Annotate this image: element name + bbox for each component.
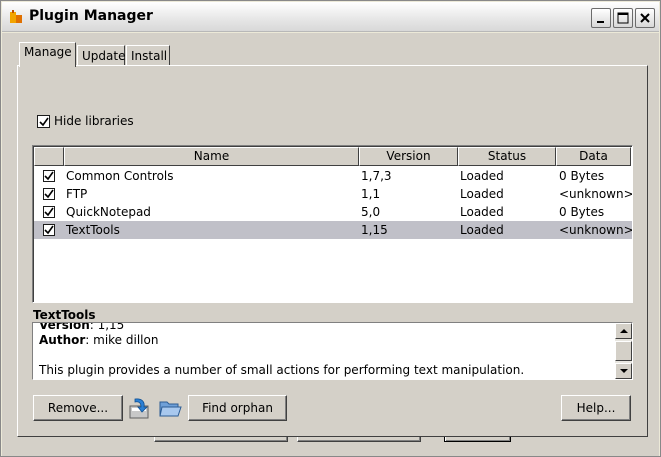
detail-scrollbar[interactable]: [615, 323, 632, 379]
scroll-thumb[interactable]: [615, 341, 632, 361]
plugin-enabled-checkbox[interactable]: [43, 188, 55, 200]
checkmark-icon: [39, 117, 49, 127]
plugin-status: Loaded: [460, 205, 504, 219]
plugin-status: Loaded: [460, 223, 504, 237]
minimize-icon: [597, 21, 604, 23]
close-window-button[interactable]: [635, 8, 655, 28]
column-header-version[interactable]: Version: [359, 147, 458, 166]
column-header-status[interactable]: Status: [458, 147, 556, 166]
table-row[interactable]: FTP 1,1 Loaded <unknown>: [34, 185, 633, 203]
arrow-up-icon: [620, 329, 628, 333]
plugin-manager-window: Plugin Manager Manage Update Install Hid…: [0, 0, 661, 457]
plugin-data: 0 Bytes: [559, 169, 605, 183]
plugin-data: <unknown>: [559, 223, 633, 237]
plugin-detail-text: Version: 1,15 Author: mike dillon This p…: [39, 322, 609, 378]
plugin-version: 5,0: [361, 205, 381, 219]
detail-author-value: : mike dillon: [85, 333, 159, 347]
checkmark-icon: [44, 189, 54, 199]
plugin-detail-title: TextTools: [33, 308, 96, 322]
detail-description: This plugin provides a number of small a…: [39, 363, 525, 377]
plugin-version: 1,1: [361, 187, 381, 201]
tab-manage[interactable]: Manage: [19, 42, 76, 67]
maximize-icon: [617, 12, 629, 24]
scroll-down-button[interactable]: [615, 363, 632, 379]
plugin-enabled-checkbox[interactable]: [43, 170, 55, 182]
checkmark-icon: [44, 207, 54, 217]
close-icon: [640, 13, 650, 23]
dialog-content: Manage Update Install Hide libraries Nam…: [2, 33, 659, 456]
title-bar[interactable]: Plugin Manager: [2, 2, 659, 32]
remove-button[interactable]: Remove...: [33, 395, 123, 421]
checkmark-icon: [44, 171, 54, 181]
plugin-status: Loaded: [460, 187, 504, 201]
table-row-selected[interactable]: TextTools 1,15 Loaded <unknown>: [34, 221, 633, 239]
plugin-name: FTP: [66, 187, 88, 201]
hide-libraries-label: Hide libraries: [54, 114, 134, 128]
plugin-version: 1,7,3: [361, 169, 392, 183]
column-header-enabled[interactable]: [34, 147, 64, 166]
column-header-data[interactable]: Data: [556, 147, 631, 166]
detail-author-label: Author: [39, 333, 86, 347]
app-icon: [9, 10, 23, 24]
table-row[interactable]: QuickNotepad 5,0 Loaded 0 Bytes: [34, 203, 632, 221]
tab-update[interactable]: Update: [77, 45, 125, 67]
manage-tab-panel: Hide libraries Name Version Status Data …: [17, 65, 648, 437]
detail-version-value: : 1,15: [89, 322, 125, 332]
column-header-name[interactable]: Name: [64, 147, 359, 166]
help-button[interactable]: Help...: [561, 395, 631, 421]
plugin-version: 1,15: [361, 223, 388, 237]
find-orphan-button[interactable]: Find orphan: [188, 395, 287, 421]
checkmark-icon: [44, 225, 54, 235]
plugin-name: TextTools: [66, 223, 120, 237]
table-row[interactable]: Common Controls 1,7,3 Loaded 0 Bytes: [34, 167, 632, 185]
arrow-down-icon: [620, 369, 628, 373]
tab-install[interactable]: Install: [126, 45, 170, 67]
plugin-data: 0 Bytes: [559, 205, 605, 219]
plugin-enabled-checkbox[interactable]: [43, 206, 55, 218]
plugin-name: Common Controls: [66, 169, 174, 183]
plugin-enabled-checkbox[interactable]: [43, 224, 55, 236]
maximize-button[interactable]: [613, 8, 633, 28]
plugin-detail-pane: Version: 1,15 Author: mike dillon This p…: [32, 322, 633, 380]
hide-libraries-checkbox[interactable]: [37, 115, 50, 128]
install-plugin-icon[interactable]: [128, 396, 152, 420]
plugin-status: Loaded: [460, 169, 504, 183]
minimize-button[interactable]: [591, 8, 611, 28]
plugin-data: <unknown>: [559, 187, 633, 201]
scroll-up-button[interactable]: [615, 323, 632, 339]
window-title: Plugin Manager: [29, 8, 153, 24]
detail-version-label: Version: [39, 322, 90, 332]
open-folder-icon[interactable]: [158, 396, 182, 420]
plugin-name: QuickNotepad: [66, 205, 151, 219]
plugin-table: Name Version Status Data Common Controls…: [32, 145, 633, 303]
